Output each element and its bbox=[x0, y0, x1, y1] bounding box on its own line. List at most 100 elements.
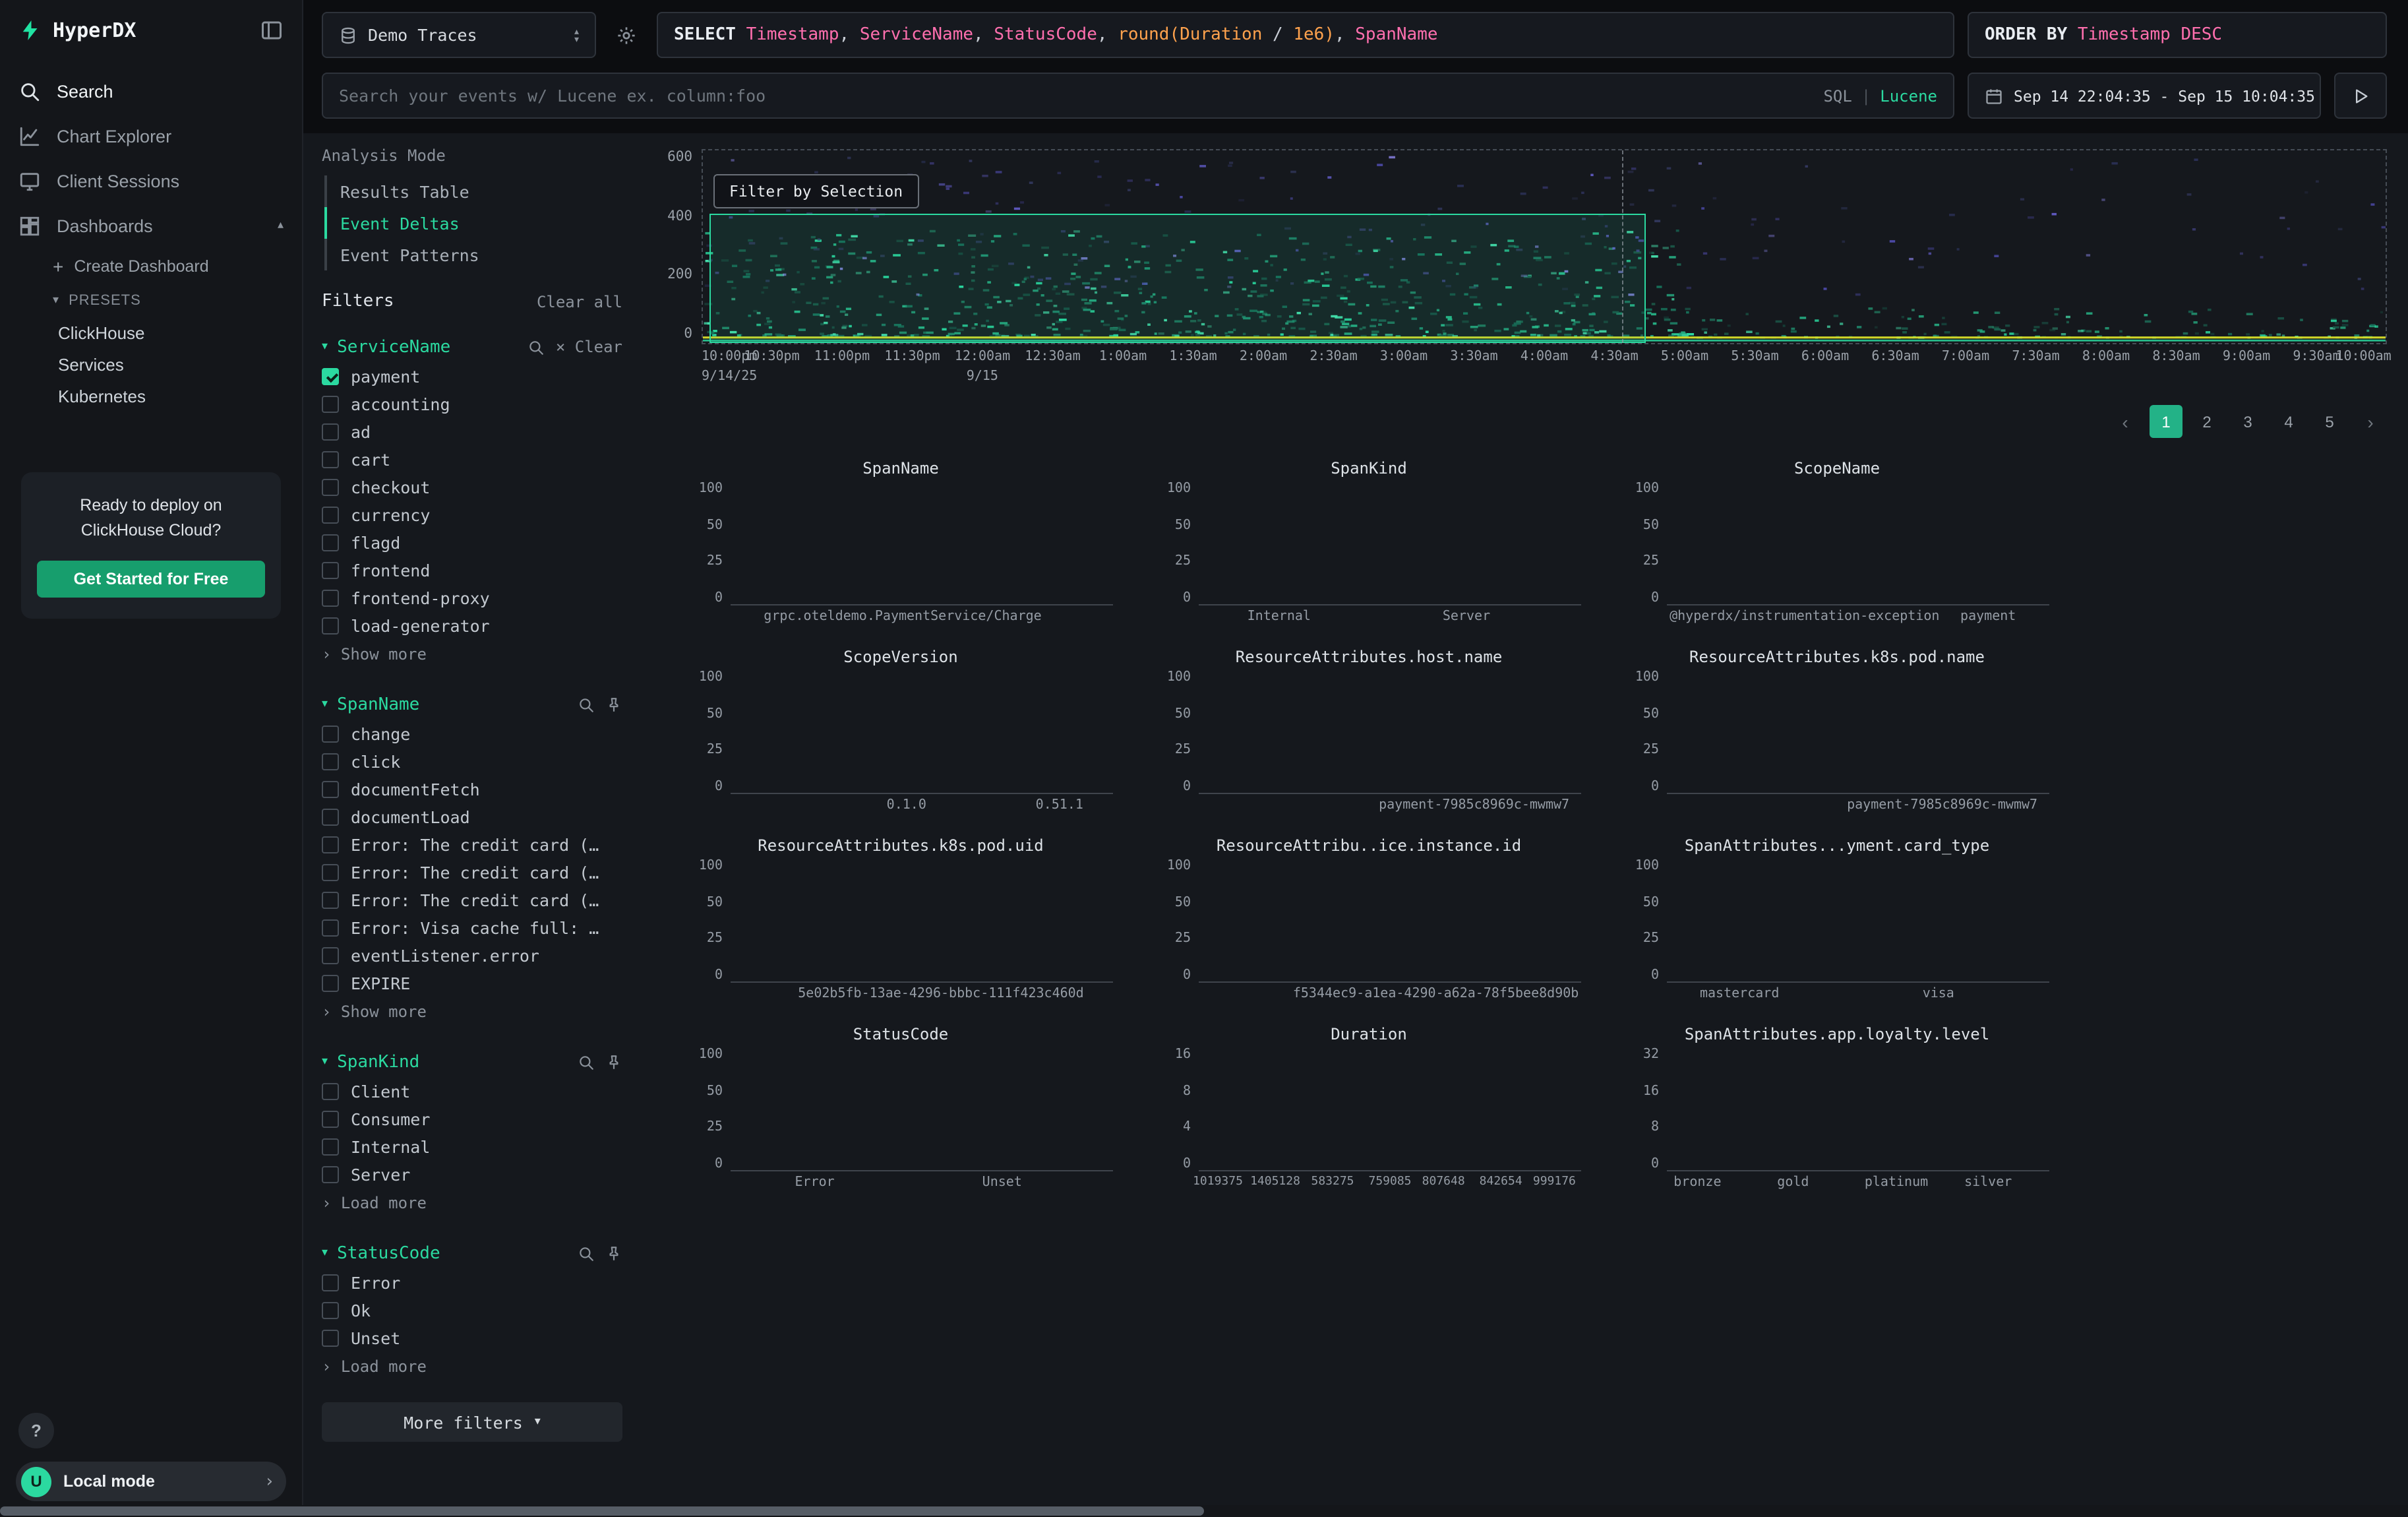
mode-event-deltas[interactable]: Event Deltas bbox=[324, 207, 622, 239]
chevron-right-icon: › bbox=[266, 1471, 273, 1491]
page-1-button[interactable]: 1 bbox=[2150, 405, 2182, 438]
search-icon[interactable] bbox=[578, 1053, 595, 1070]
mode-event-patterns[interactable]: Event Patterns bbox=[324, 239, 622, 270]
lucene-mode-toggle[interactable]: Lucene bbox=[1880, 86, 1937, 105]
page-4-button[interactable]: 4 bbox=[2272, 405, 2305, 438]
page-5-button[interactable]: 5 bbox=[2313, 405, 2346, 438]
sql-mode-toggle[interactable]: SQL bbox=[1823, 86, 1851, 105]
facet-plot[interactable] bbox=[1667, 670, 2049, 794]
filter-option-internal[interactable]: Internal bbox=[322, 1133, 622, 1161]
hyperdx-logo[interactable]: HyperDX bbox=[18, 18, 136, 42]
filter-option-frontend-proxy[interactable]: frontend-proxy bbox=[322, 584, 622, 612]
local-mode-button[interactable]: U Local mode › bbox=[16, 1462, 286, 1501]
pagination-prev[interactable]: ‹ bbox=[2109, 405, 2142, 438]
filter-option-click[interactable]: click bbox=[322, 748, 622, 776]
pin-icon[interactable] bbox=[605, 1053, 622, 1070]
facet-plot[interactable] bbox=[731, 670, 1113, 794]
filter-option-expire[interactable]: EXPIRE bbox=[322, 970, 622, 997]
facet-plot[interactable] bbox=[1199, 670, 1581, 794]
pin-icon[interactable] bbox=[605, 696, 622, 713]
filter-option-ok[interactable]: Ok bbox=[322, 1297, 622, 1324]
filter-option-error-the-credit-card-[interactable]: Error: The credit card (… bbox=[322, 886, 622, 914]
facet-plot[interactable] bbox=[1667, 1047, 2049, 1171]
facet-plot[interactable] bbox=[731, 481, 1113, 605]
search-icon[interactable] bbox=[578, 1245, 595, 1262]
sidebar-item-dashboards[interactable]: Dashboards ▴ bbox=[0, 203, 302, 248]
filter-option-cart[interactable]: cart bbox=[322, 446, 622, 474]
search-icon[interactable] bbox=[578, 696, 595, 713]
filter-option-payment[interactable]: payment bbox=[322, 363, 622, 390]
sidebar-item-search[interactable]: Search bbox=[0, 69, 302, 113]
facet-plot[interactable] bbox=[1667, 481, 2049, 605]
checkbox-icon bbox=[322, 892, 339, 909]
create-dashboard-button[interactable]: + Create Dashboard bbox=[0, 248, 302, 284]
source-select[interactable]: Demo Traces ▴▾ bbox=[322, 12, 596, 58]
facet-plot[interactable] bbox=[1199, 1047, 1581, 1171]
facet-plot[interactable] bbox=[1199, 481, 1581, 605]
filter-option-frontend[interactable]: frontend bbox=[322, 557, 622, 584]
sidebar-item-client-sessions[interactable]: Client Sessions bbox=[0, 158, 302, 203]
facet-plot[interactable] bbox=[1667, 859, 2049, 983]
get-started-button[interactable]: Get Started for Free bbox=[37, 561, 265, 598]
clear-filter-button[interactable]: × Clear bbox=[556, 338, 622, 356]
load-more-button[interactable]: › Show more bbox=[322, 640, 622, 669]
filter-option-consumer[interactable]: Consumer bbox=[322, 1105, 622, 1133]
sidebar-item-chart-explorer[interactable]: Chart Explorer bbox=[0, 113, 302, 158]
filter-option-server[interactable]: Server bbox=[322, 1161, 622, 1189]
scrollbar-thumb[interactable] bbox=[0, 1506, 1204, 1516]
load-more-button[interactable]: › Show more bbox=[322, 997, 622, 1026]
filter-option-error-the-credit-card-[interactable]: Error: The credit card (… bbox=[322, 859, 622, 886]
pagination: ‹ 12345 › bbox=[649, 405, 2387, 438]
facet-plot[interactable] bbox=[731, 859, 1113, 983]
filter-option-documentload[interactable]: documentLoad bbox=[322, 803, 622, 831]
page-2-button[interactable]: 2 bbox=[2190, 405, 2223, 438]
order-by-input[interactable]: ORDER BY Timestamp DESC bbox=[1968, 12, 2387, 58]
pin-icon[interactable] bbox=[605, 1245, 622, 1262]
filter-option-error[interactable]: Error bbox=[322, 1269, 622, 1297]
load-more-button[interactable]: › Load more bbox=[322, 1189, 622, 1218]
filter-option-load-generator[interactable]: load-generator bbox=[322, 612, 622, 640]
collapse-sidebar-icon[interactable] bbox=[260, 18, 284, 42]
pagination-next[interactable]: › bbox=[2354, 405, 2387, 438]
filter-option-checkout[interactable]: checkout bbox=[322, 474, 622, 501]
sidebar-preset-clickhouse[interactable]: ClickHouse bbox=[0, 317, 302, 348]
filter-group-ServiceName[interactable]: ▾ServiceName× Clear bbox=[322, 331, 622, 363]
timechart-dates: 9/14/259/15 bbox=[702, 369, 2387, 389]
filter-group-SpanKind[interactable]: ▾SpanKind bbox=[322, 1046, 622, 1078]
filter-option-currency[interactable]: currency bbox=[322, 501, 622, 529]
facet-title: ResourceAttribu..ice.instance.id bbox=[1157, 836, 1581, 859]
facet-plot[interactable] bbox=[1199, 859, 1581, 983]
filter-option-flagd[interactable]: flagd bbox=[322, 529, 622, 557]
time-range-picker[interactable]: Sep 14 22:04:35 - Sep 15 10:04:35 bbox=[1968, 73, 2321, 119]
filter-option-error-the-credit-card-[interactable]: Error: The credit card (… bbox=[322, 831, 622, 859]
sidebar-preset-services[interactable]: Services bbox=[0, 348, 302, 380]
load-more-button[interactable]: › Load more bbox=[322, 1352, 622, 1381]
filter-option-unset[interactable]: Unset bbox=[322, 1324, 622, 1352]
run-query-button[interactable] bbox=[2334, 73, 2387, 119]
lucene-search-input[interactable]: Search your events w/ Lucene ex. column:… bbox=[322, 73, 1954, 119]
filter-option-accounting[interactable]: accounting bbox=[322, 390, 622, 418]
help-button[interactable]: ? bbox=[18, 1413, 54, 1448]
filter-option-documentfetch[interactable]: documentFetch bbox=[322, 776, 622, 803]
filter-by-selection-button[interactable]: Filter by Selection bbox=[713, 174, 918, 208]
filter-option-eventlistener-error[interactable]: eventListener.error bbox=[322, 942, 622, 970]
gear-icon[interactable] bbox=[609, 12, 644, 58]
clear-all-button[interactable]: Clear all bbox=[537, 292, 622, 311]
sql-select-input[interactable]: SELECT Timestamp, ServiceName, StatusCod… bbox=[657, 12, 1954, 58]
more-filters-button[interactable]: More filters▾ bbox=[322, 1402, 622, 1442]
filter-option-ad[interactable]: ad bbox=[322, 418, 622, 446]
timechart-plot[interactable]: Filter by Selection bbox=[702, 149, 2387, 344]
filter-group-StatusCode[interactable]: ▾StatusCode bbox=[322, 1237, 622, 1269]
filter-group-SpanName[interactable]: ▾SpanName bbox=[322, 689, 622, 720]
chart-selection[interactable] bbox=[709, 214, 1645, 343]
search-icon[interactable] bbox=[528, 338, 545, 356]
page-3-button[interactable]: 3 bbox=[2231, 405, 2264, 438]
sidebar-preset-kubernetes[interactable]: Kubernetes bbox=[0, 380, 302, 412]
facet-plot[interactable] bbox=[731, 1047, 1113, 1171]
filter-option-client[interactable]: Client bbox=[322, 1078, 622, 1105]
filter-option-change[interactable]: change bbox=[322, 720, 622, 748]
presets-toggle[interactable]: ▾ PRESETS bbox=[0, 284, 302, 317]
mode-results-table[interactable]: Results Table bbox=[324, 175, 622, 207]
horizontal-scrollbar[interactable] bbox=[0, 1505, 2408, 1517]
filter-option-error-visa-cache-full-[interactable]: Error: Visa cache full: … bbox=[322, 914, 622, 942]
